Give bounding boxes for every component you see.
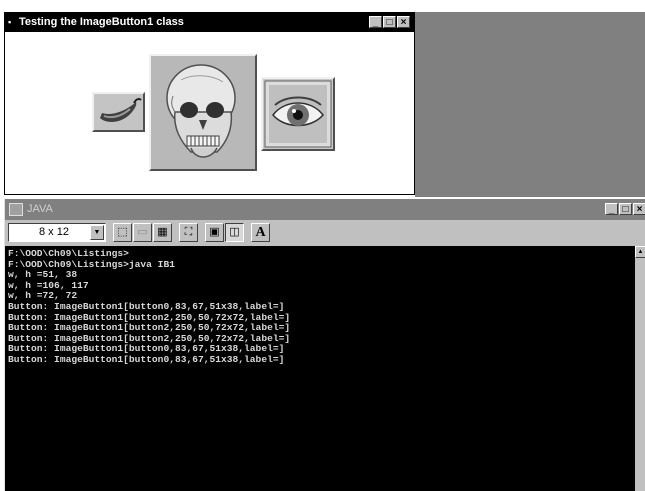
- console-close-button[interactable]: ×: [633, 203, 645, 215]
- console-line: w, h =106, 117: [8, 279, 89, 291]
- java-console-window: JAVA _ □ × 8 x 12 ▼ ⬚ ▭ ▦ ⛶ ▣ ◫ A F:\OOD…: [4, 199, 645, 491]
- console-maximize-button[interactable]: □: [619, 203, 632, 215]
- eye-icon: [264, 80, 332, 148]
- chili-pepper-icon: [94, 94, 143, 130]
- console-titlebar[interactable]: JAVA _ □ ×: [5, 199, 645, 220]
- console-line: w, h =51, 38: [8, 269, 78, 281]
- copy-button[interactable]: ▭: [133, 223, 152, 242]
- skull-image-button[interactable]: [149, 54, 257, 171]
- imagebutton-test-window: ▪ Testing the ImageButton1 class _ □ ×: [4, 12, 415, 195]
- console-line: Button: ImageButton1[button2,250,50,72x7…: [8, 311, 291, 323]
- chili-image-button[interactable]: [92, 92, 145, 132]
- console-line: F:\OOD\Ch09\Listings>java IB1: [8, 258, 175, 270]
- desktop: ▪ Testing the ImageButton1 class _ □ × J…: [0, 0, 645, 491]
- font-size-value: 8 x 12: [39, 226, 69, 238]
- chevron-down-icon[interactable]: ▼: [90, 225, 104, 240]
- window-client-area: [5, 32, 414, 194]
- skull-icon: [151, 56, 255, 169]
- window-title: Testing the ImageButton1 class: [19, 16, 184, 28]
- eye-image-button[interactable]: [261, 77, 335, 151]
- fullscreen-icon: ⛶: [184, 226, 193, 238]
- desktop-background: [415, 12, 645, 197]
- minimize-button[interactable]: _: [369, 16, 382, 28]
- console-vertical-scrollbar[interactable]: ▲: [635, 246, 645, 491]
- background-icon: ◫: [229, 226, 240, 238]
- console-line: F:\OOD\Ch09\Listings>: [8, 248, 129, 259]
- paste-button[interactable]: ▦: [153, 223, 172, 242]
- close-button[interactable]: ×: [397, 16, 410, 28]
- maximize-button[interactable]: □: [383, 16, 396, 28]
- console-title: JAVA: [27, 203, 53, 215]
- scroll-up-icon[interactable]: ▲: [635, 246, 645, 258]
- paste-icon: ▦: [157, 226, 168, 238]
- console-toolbar: 8 x 12 ▼ ⬚ ▭ ▦ ⛶ ▣ ◫ A: [5, 220, 645, 246]
- console-text: F:\OOD\Ch09\Listings> F:\OOD\Ch09\Listin…: [5, 246, 635, 366]
- console-line: w, h =72, 72: [8, 290, 78, 302]
- fullscreen-button[interactable]: ⛶: [179, 223, 198, 242]
- window-controls: _ □ ×: [369, 16, 410, 29]
- font-icon: A: [255, 225, 266, 240]
- console-app-icon[interactable]: [9, 203, 23, 216]
- console-output[interactable]: F:\OOD\Ch09\Listings> F:\OOD\Ch09\Listin…: [5, 246, 635, 491]
- background-button[interactable]: ◫: [225, 223, 244, 242]
- properties-button[interactable]: ▣: [205, 223, 224, 242]
- console-line: Button: ImageButton1[button2,250,50,72x7…: [8, 332, 291, 344]
- mark-icon: ⬚: [117, 226, 128, 238]
- properties-icon: ▣: [209, 226, 220, 238]
- window-titlebar[interactable]: ▪ Testing the ImageButton1 class _ □ ×: [5, 13, 414, 32]
- console-line: Button: ImageButton1[button0,83,67,51x38…: [8, 300, 285, 312]
- console-line: Button: ImageButton1[button0,83,67,51x38…: [8, 343, 285, 355]
- console-line: Button: ImageButton1[button2,250,50,72x7…: [8, 322, 291, 334]
- mark-button[interactable]: ⬚: [113, 223, 132, 242]
- copy-icon: ▭: [137, 226, 148, 238]
- console-window-controls: _ □ ×: [605, 203, 645, 216]
- font-size-select[interactable]: 8 x 12 ▼: [8, 223, 106, 242]
- console-minimize-button[interactable]: _: [605, 203, 618, 215]
- console-line: Button: ImageButton1[button0,83,67,51x38…: [8, 353, 285, 365]
- system-menu-icon[interactable]: ▪: [8, 17, 17, 27]
- font-button[interactable]: A: [251, 223, 270, 242]
